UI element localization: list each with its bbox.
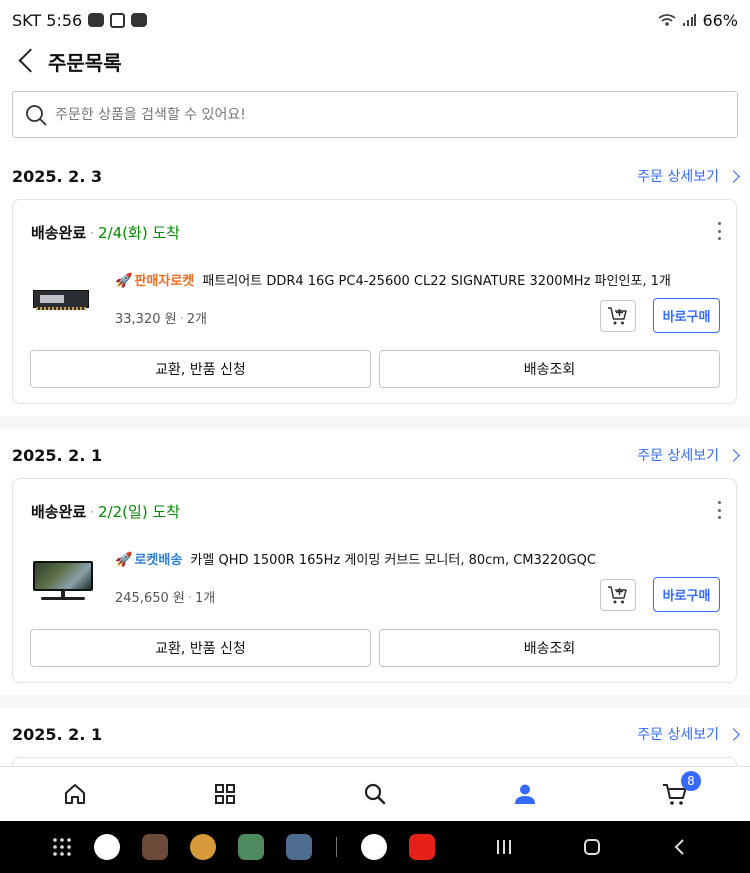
search-box[interactable] (12, 91, 738, 138)
monitor-image (31, 557, 95, 603)
price-quantity: 33,320 원 · 2개 (115, 312, 207, 327)
chevron-right-icon (727, 169, 740, 183)
order-group-header: 2025. 2. 1 주문 상세보기 (0, 429, 750, 481)
order-card: 배송완료 · 2/2(일) 도착 🚀 로켓배송 카멜 QHD 1500R 165H… (12, 478, 737, 683)
system-nav-bar (0, 821, 750, 873)
status-bar: SKT 5:56 66% (0, 0, 750, 40)
order-detail-link[interactable]: 주문 상세보기 (637, 724, 740, 744)
order-detail-link[interactable]: 주문 상세보기 (637, 166, 740, 186)
add-to-cart-button[interactable] (600, 579, 636, 611)
dock-separator (336, 837, 337, 857)
track-delivery-button[interactable]: 배송조회 (379, 350, 720, 388)
app-header: 주문목록 (0, 40, 750, 82)
carrier-time: SKT 5:56 (12, 10, 83, 30)
fruit-app-icon[interactable] (361, 834, 387, 860)
nav-home[interactable] (0, 767, 150, 821)
nav-search[interactable] (300, 767, 450, 821)
order-card: 배송완료 · 2/4(화) 도착 🚀 판매자로켓 패트리어트 DDR4 16G P… (12, 199, 737, 404)
search-icon (26, 104, 47, 125)
home-icon (65, 784, 85, 804)
product-name[interactable]: 🚀 로켓배송 카멜 QHD 1500R 165Hz 게이밍 커브드 모니터, 80… (115, 549, 596, 568)
rocket-icon: 🚀 (115, 273, 133, 289)
status-separator: · (90, 225, 95, 240)
rocket-icon: 🚀 (115, 552, 133, 568)
add-to-cart-button[interactable] (600, 300, 636, 332)
exchange-return-button[interactable]: 교환, 반품 신청 (30, 350, 371, 388)
search-area (0, 82, 750, 150)
arrival-date: 2/2(일) 도착 (98, 503, 181, 521)
nav-category[interactable] (150, 767, 300, 821)
status-separator: · (90, 504, 95, 519)
gesture-icon (131, 13, 148, 27)
status-label: 배송완료 (31, 224, 87, 242)
wifi-icon (658, 14, 676, 26)
buy-now-button[interactable]: 바로구매 (653, 298, 720, 333)
my-icon (515, 784, 535, 804)
ram-image (33, 290, 89, 310)
chevron-right-icon (727, 727, 740, 741)
order-date: 2025. 2. 1 (12, 724, 103, 744)
more-options-icon[interactable] (714, 501, 724, 519)
product-title: 패트리어트 DDR4 16G PC4-25600 CL22 SIGNATURE … (202, 274, 671, 289)
order-detail-label: 주문 상세보기 (637, 169, 719, 185)
buy-now-button[interactable]: 바로구매 (653, 577, 720, 612)
talk-icon (88, 13, 105, 27)
delivery-status: 배송완료 · 2/2(일) 도착 (31, 501, 180, 522)
nav-my[interactable] (450, 767, 600, 821)
order-group: 2025. 2. 3 주문 상세보기 배송완료 · 2/4(화) 도착 🚀 판매자… (0, 150, 750, 416)
moon-app-icon[interactable] (190, 834, 216, 860)
order-detail-label: 주문 상세보기 (637, 448, 719, 464)
search-icon (364, 783, 386, 805)
category-icon (215, 784, 235, 804)
price-quantity: 245,650 원 · 1개 (115, 591, 216, 606)
product-title: 카멜 QHD 1500R 165Hz 게이밍 커브드 모니터, 80cm, CM… (190, 553, 596, 568)
order-group: 2025. 2. 1 주문 상세보기 (0, 708, 750, 787)
track-delivery-button[interactable]: 배송조회 (379, 629, 720, 667)
back-arrow-icon[interactable] (14, 49, 38, 73)
back-button-icon[interactable] (671, 838, 689, 856)
status-label: 배송완료 (31, 503, 87, 521)
product-thumbnail[interactable] (31, 555, 93, 605)
quantity: 1개 (195, 591, 216, 606)
system-buttons (495, 838, 689, 856)
recents-icon[interactable] (495, 838, 513, 856)
cart-plus-icon (608, 586, 627, 604)
product-thumbnail[interactable] (31, 276, 93, 326)
tower-app-icon[interactable] (238, 834, 264, 860)
delivery-status: 배송완료 · 2/4(화) 도착 (31, 222, 180, 243)
exchange-return-button[interactable]: 교환, 반품 신청 (30, 629, 371, 667)
order-date: 2025. 2. 3 (12, 166, 103, 186)
quantity: 2개 (186, 312, 207, 327)
youtube-app-icon[interactable] (409, 834, 435, 860)
game-app-icon[interactable] (142, 834, 168, 860)
app-drawer-icon[interactable] (52, 837, 72, 857)
arrival-date: 2/4(화) 도착 (98, 224, 181, 242)
seller-rocket-badge: 판매자로켓 (134, 274, 195, 289)
cart-count-badge: 8 (681, 771, 701, 791)
more-options-icon[interactable] (714, 222, 724, 240)
order-group-header: 2025. 2. 1 주문 상세보기 (0, 708, 750, 760)
camera-app-icon[interactable] (286, 834, 312, 860)
rocket-delivery-badge: 로켓배송 (134, 553, 183, 568)
message-icon (110, 12, 126, 28)
phone-app-icon[interactable] (94, 834, 120, 860)
order-group-header: 2025. 2. 3 주문 상세보기 (0, 150, 750, 202)
battery-level: 66% (702, 10, 738, 30)
nav-cart[interactable]: 8 (600, 767, 750, 821)
chevron-right-icon (727, 448, 740, 462)
cart-plus-icon (608, 307, 627, 325)
bottom-navigation: 8 (0, 766, 750, 821)
signal-icon (683, 14, 697, 26)
order-detail-label: 주문 상세보기 (637, 727, 719, 743)
order-group: 2025. 2. 1 주문 상세보기 배송완료 · 2/2(일) 도착 🚀 로켓배… (0, 429, 750, 695)
product-name[interactable]: 🚀 판매자로켓 패트리어트 DDR4 16G PC4-25600 CL22 SIG… (115, 270, 671, 289)
order-date: 2025. 2. 1 (12, 445, 103, 465)
price: 245,650 원 (115, 591, 185, 606)
app-dock (52, 834, 435, 860)
price: 33,320 원 (115, 312, 177, 327)
order-detail-link[interactable]: 주문 상세보기 (637, 445, 740, 465)
page-title: 주문목록 (48, 50, 122, 75)
search-input[interactable] (55, 106, 655, 123)
home-button-icon[interactable] (583, 838, 601, 856)
